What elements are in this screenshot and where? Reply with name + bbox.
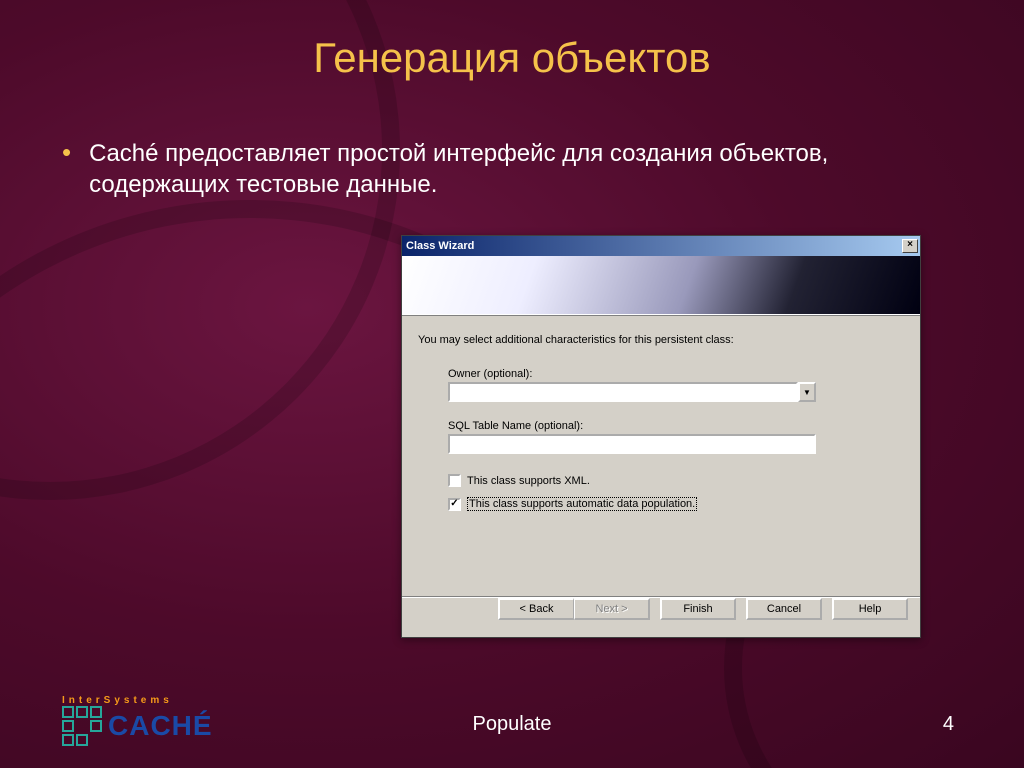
owner-input[interactable] xyxy=(448,382,798,402)
wizard-titlebar[interactable]: Class Wizard × xyxy=(402,236,920,256)
bullet-dot-icon: • xyxy=(62,138,71,167)
logo: InterSystems CACHÉ xyxy=(62,695,213,746)
wizard-title: Class Wizard xyxy=(406,240,474,252)
bullet-item: • Caché предоставляет простой интерфейс … xyxy=(62,138,942,200)
bullet-list: • Caché предоставляет простой интерфейс … xyxy=(62,138,942,200)
wizard-instruction: You may select additional characteristic… xyxy=(418,334,904,346)
back-button[interactable]: < Back xyxy=(498,598,574,620)
checkbox-xml[interactable] xyxy=(448,474,461,487)
page-number: 4 xyxy=(943,713,954,736)
wizard-body: You may select additional characteristic… xyxy=(402,316,920,511)
checkbox-populate-label: This class supports automatic data popul… xyxy=(467,497,697,511)
cancel-button[interactable]: Cancel xyxy=(746,598,822,620)
logo-company: InterSystems xyxy=(62,695,213,706)
bullet-text: Caché предоставляет простой интерфейс дл… xyxy=(89,138,942,200)
class-wizard-dialog: Class Wizard × You may select additional… xyxy=(401,235,921,638)
checkbox-xml-row[interactable]: This class supports XML. xyxy=(448,474,904,487)
chevron-down-icon[interactable]: ▼ xyxy=(798,382,816,402)
sql-table-label: SQL Table Name (optional): xyxy=(448,420,904,432)
owner-combobox[interactable]: ▼ xyxy=(448,382,904,402)
sql-table-input[interactable] xyxy=(448,434,816,454)
checkbox-populate[interactable] xyxy=(448,498,461,511)
owner-label: Owner (optional): xyxy=(448,368,904,380)
next-button[interactable]: Next > xyxy=(574,598,650,620)
help-button[interactable]: Help xyxy=(832,598,908,620)
checkbox-xml-label: This class supports XML. xyxy=(467,475,590,487)
close-icon[interactable]: × xyxy=(902,239,918,253)
logo-product: CACHÉ xyxy=(108,710,213,742)
wizard-button-row: < Back Next > Finish Cancel Help xyxy=(402,597,920,625)
logo-mark-icon xyxy=(62,706,102,746)
wizard-banner xyxy=(402,256,920,316)
finish-button[interactable]: Finish xyxy=(660,598,736,620)
checkbox-populate-row[interactable]: This class supports automatic data popul… xyxy=(448,497,904,511)
slide-title: Генерация объектов xyxy=(0,34,1024,82)
